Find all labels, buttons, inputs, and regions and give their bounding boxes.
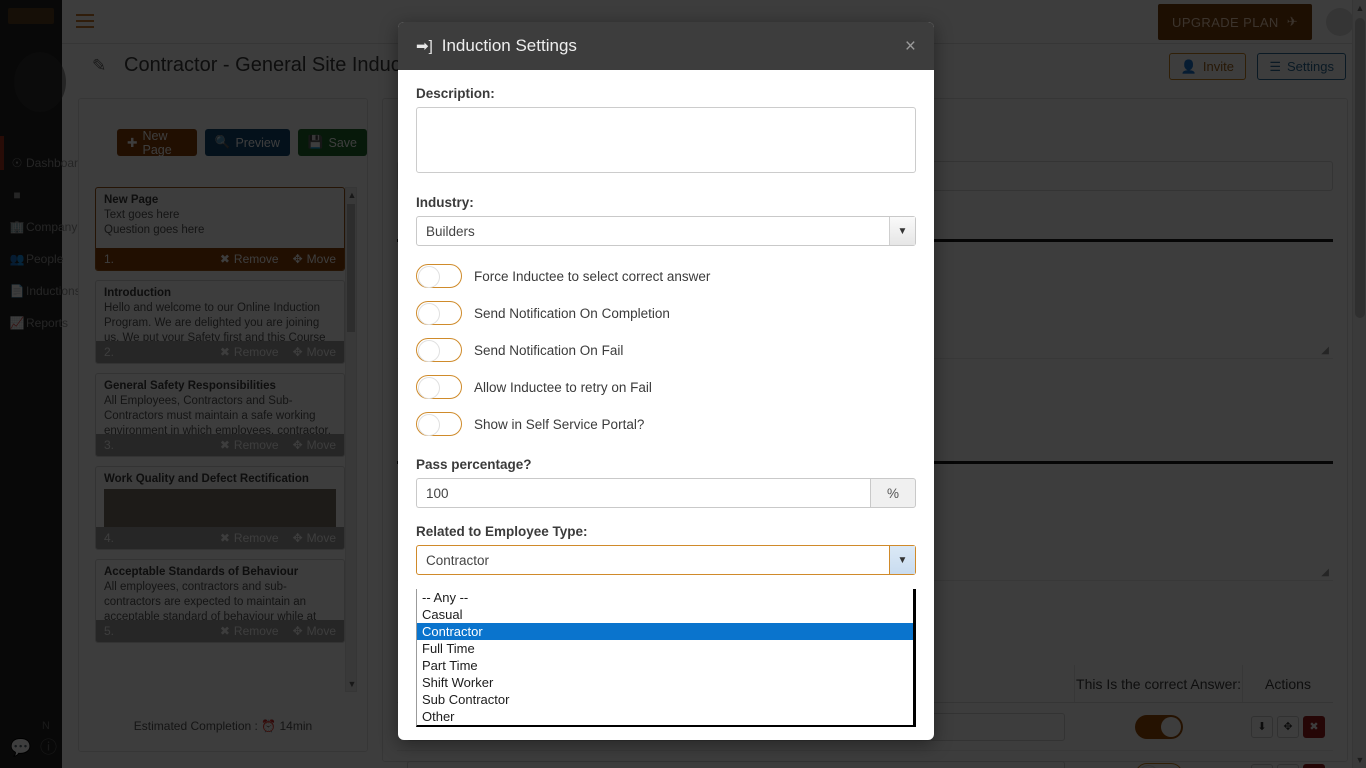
chevron-down-icon[interactable]: ▼	[889, 217, 915, 245]
industry-select-wrap: Builders ▼	[416, 216, 916, 246]
description-label: Description:	[416, 86, 495, 101]
dropdown-option[interactable]: Shift Worker	[417, 674, 913, 691]
pass-percentage-input[interactable]	[416, 478, 870, 508]
employee-type-select[interactable]: Contractor	[416, 545, 916, 575]
modal-header: ➡] Induction Settings ×	[398, 22, 934, 70]
employee-type-label: Related to Employee Type:	[416, 524, 588, 539]
dropdown-option[interactable]: Part Time	[417, 657, 913, 674]
toggle-label: Send Notification On Fail	[474, 342, 624, 358]
toggle-label: Send Notification On Completion	[474, 305, 670, 321]
employee-type-select-wrap: Contractor ▼	[416, 545, 916, 575]
dropdown-option[interactable]: Other	[417, 708, 913, 725]
sign-in-icon: ➡]	[416, 38, 433, 55]
notify-on-completion-toggle[interactable]	[416, 301, 462, 325]
chevron-down-icon[interactable]: ▼	[889, 546, 915, 574]
employee-type-dropdown-list[interactable]: -- Any -- Casual Contractor Full Time Pa…	[416, 589, 916, 727]
modal-body: Description: Industry: Builders ▼ Force …	[398, 70, 934, 575]
dropdown-option[interactable]: Casual	[417, 606, 913, 623]
toggle-row-self-service: Show in Self Service Portal?	[416, 409, 916, 439]
toggle-label: Allow Inductee to retry on Fail	[474, 379, 652, 395]
induction-settings-modal: ➡] Induction Settings × Description: Ind…	[398, 22, 934, 740]
notify-on-fail-toggle[interactable]	[416, 338, 462, 362]
toggle-row-force-correct: Force Inductee to select correct answer	[416, 261, 916, 291]
pass-percentage-label: Pass percentage?	[416, 457, 532, 472]
force-correct-answer-toggle[interactable]	[416, 264, 462, 288]
industry-select[interactable]: Builders	[416, 216, 916, 246]
description-field[interactable]	[416, 107, 916, 173]
dropdown-option[interactable]: Full Time	[417, 640, 913, 657]
toggle-row-retry-fail: Allow Inductee to retry on Fail	[416, 372, 916, 402]
industry-label: Industry:	[416, 195, 474, 210]
percent-suffix: %	[870, 478, 916, 508]
dropdown-option[interactable]: Sub Contractor	[417, 691, 913, 708]
close-icon[interactable]: ×	[905, 37, 916, 56]
dropdown-option-selected[interactable]: Contractor	[417, 623, 913, 640]
allow-retry-on-fail-toggle[interactable]	[416, 375, 462, 399]
show-in-self-service-portal-toggle[interactable]	[416, 412, 462, 436]
dropdown-option[interactable]: -- Any --	[417, 589, 913, 606]
toggle-row-notify-completion: Send Notification On Completion	[416, 298, 916, 328]
modal-title: Induction Settings	[441, 36, 577, 55]
toggle-label: Force Inductee to select correct answer	[474, 268, 711, 284]
pass-percentage-row: %	[416, 478, 916, 508]
app-root: ☉Dashboard ■ 🏢Company 👥People 📄Induction…	[0, 0, 1366, 768]
toggle-row-notify-fail: Send Notification On Fail	[416, 335, 916, 365]
toggle-label: Show in Self Service Portal?	[474, 416, 645, 432]
